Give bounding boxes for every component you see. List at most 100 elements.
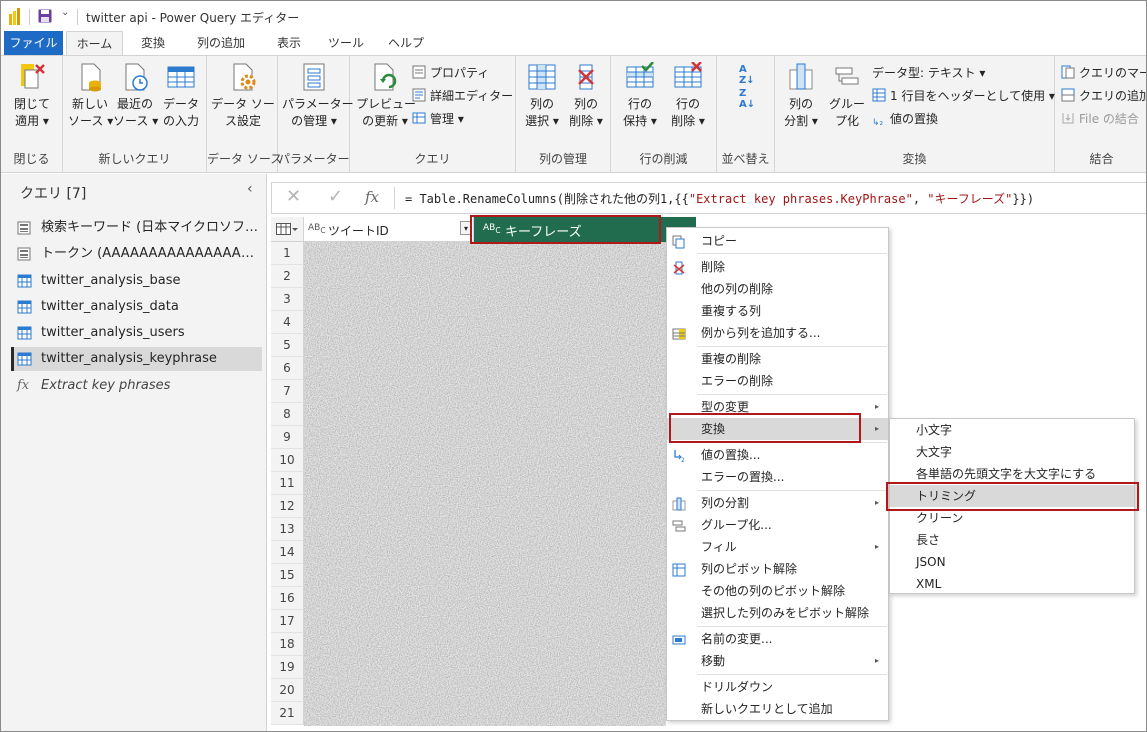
row-number[interactable]: 3 — [271, 288, 304, 311]
tab-file[interactable]: ファイル — [4, 31, 63, 55]
cancel-formula-icon[interactable]: ✕ — [286, 186, 301, 207]
settings-gear-icon — [233, 63, 256, 91]
recent-sources-button[interactable]: 最近の ソース ▾ — [113, 62, 158, 130]
append-queries-button[interactable]: クエリの追加 — [1061, 88, 1146, 104]
row-number[interactable]: 14 — [271, 541, 304, 564]
menu-item-move[interactable]: 移動 ▸ — [667, 650, 888, 672]
query-item-twitter-analysis-base[interactable]: twitter_analysis_base — [11, 269, 262, 293]
submenu-item-xml[interactable]: XML — [890, 573, 1134, 595]
row-number[interactable]: 19 — [271, 656, 304, 679]
menu-item-remove[interactable]: 削除 — [667, 256, 888, 278]
row-number[interactable]: 6 — [271, 357, 304, 380]
menu-item-remove-duplicates[interactable]: 重複の削除 — [667, 348, 888, 370]
remove-rows-button[interactable]: 行の 削除 ▾ — [665, 62, 711, 130]
submenu-item-length[interactable]: 長さ — [890, 529, 1134, 551]
group-by-button[interactable]: グルー プ化 — [825, 62, 869, 130]
row-number[interactable]: 13 — [271, 518, 304, 541]
insert-function-icon[interactable]: fx — [365, 188, 379, 206]
save-icon[interactable] — [38, 9, 52, 23]
menu-item-rename[interactable]: 名前の変更... — [667, 628, 888, 650]
query-item-search-keyword[interactable]: 検索キーワード (日本マイクロソフト... — [11, 216, 262, 240]
menu-item-add-as-new-query[interactable]: 新しいクエリとして追加 — [667, 698, 888, 720]
menu-item-drill-down[interactable]: ドリルダウン — [667, 676, 888, 698]
close-apply-button[interactable]: 閉じて 適用 ▾ — [7, 62, 57, 130]
query-item-token[interactable]: トークン (AAAAAAAAAAAAAAAAA... — [11, 242, 262, 266]
choose-columns-button[interactable]: 列の 選択 ▾ — [520, 62, 564, 130]
column-header-tweet-id[interactable]: ABC ツイートID ▾ — [304, 217, 474, 242]
data-type-dropdown[interactable]: データ型: テキスト ▾ — [872, 65, 985, 81]
advanced-editor-button[interactable]: 詳細エディター — [412, 88, 513, 104]
row-number[interactable]: 10 — [271, 449, 304, 472]
row-number[interactable]: 9 — [271, 426, 304, 449]
query-item-twitter-analysis-users[interactable]: twitter_analysis_users — [11, 321, 262, 345]
new-source-button[interactable]: 新しい ソース ▾ — [68, 62, 113, 130]
menu-item-unpivot-only-selected[interactable]: 選択した列のみをピボット解除 — [667, 602, 888, 624]
menu-item-duplicate-column[interactable]: 重複する列 — [667, 300, 888, 322]
row-number[interactable]: 1 — [271, 242, 304, 265]
confirm-formula-icon[interactable]: ✓ — [328, 186, 343, 207]
quick-access-dropdown-icon[interactable]: ⌄ — [61, 7, 69, 18]
properties-button[interactable]: プロパティ — [412, 65, 489, 81]
keep-rows-button[interactable]: 行の 保持 ▾ — [617, 62, 663, 130]
enter-data-button[interactable]: データ の入力 — [159, 62, 203, 130]
row-number[interactable]: 15 — [271, 564, 304, 587]
tab-home[interactable]: ホーム — [66, 31, 123, 56]
menu-item-unpivot-other-columns[interactable]: その他の列のピボット解除 — [667, 580, 888, 602]
row-number[interactable]: 7 — [271, 380, 304, 403]
row-number[interactable]: 20 — [271, 679, 304, 702]
tab-transform[interactable]: 変換 — [128, 31, 178, 55]
manage-parameters-button[interactable]: パラメーター の管理 ▾ — [282, 62, 354, 130]
new-source-icon — [81, 63, 101, 92]
manage-button[interactable]: 管理 ▾ — [412, 111, 464, 127]
data-source-settings-button[interactable]: データ ソー ス設定 — [211, 62, 275, 130]
row-number[interactable]: 18 — [271, 633, 304, 656]
refresh-preview-button[interactable]: プレビュー の更新 ▾ — [356, 62, 416, 130]
replace-values-icon: ↳₂ — [872, 118, 884, 128]
use-first-row-button[interactable]: 1 行目をヘッダーとして使用 ▾ — [872, 88, 1055, 104]
remove-columns-button[interactable]: 列の 削除 ▾ — [564, 62, 608, 130]
query-item-extract-key-phrases[interactable]: fx Extract key phrases — [11, 374, 262, 398]
submenu-item-json[interactable]: JSON — [890, 551, 1134, 573]
row-number[interactable]: 17 — [271, 610, 304, 633]
table-grid-icon — [167, 66, 195, 88]
row-number[interactable]: 5 — [271, 334, 304, 357]
row-number[interactable]: 21 — [271, 702, 304, 725]
tab-help[interactable]: ヘルプ — [381, 31, 431, 55]
submenu-item-lowercase[interactable]: 小文字 — [890, 419, 1134, 441]
group-sort: A Z↓ Z A↓ 並べ替え — [717, 56, 775, 172]
combine-files-button[interactable]: File の結合 — [1061, 111, 1139, 127]
menu-item-remove-other-columns[interactable]: 他の列の削除 — [667, 278, 888, 300]
keep-rows-icon — [626, 62, 654, 88]
merge-queries-button[interactable]: クエリのマージ — [1061, 65, 1146, 81]
sort-ascending-icon[interactable]: A Z↓ — [739, 64, 755, 86]
row-number[interactable]: 11 — [271, 472, 304, 495]
menu-item-copy[interactable]: コピー — [667, 230, 888, 252]
submenu-item-uppercase[interactable]: 大文字 — [890, 441, 1134, 463]
formula-input[interactable]: = Table.RenameColumns(削除された他の列1,{{"Extra… — [405, 190, 1034, 207]
query-item-twitter-analysis-data[interactable]: twitter_analysis_data — [11, 295, 262, 319]
query-item-twitter-analysis-keyphrase[interactable]: twitter_analysis_keyphrase — [11, 347, 262, 371]
tab-view[interactable]: 表示 — [264, 31, 314, 55]
table-menu-corner[interactable] — [271, 217, 304, 242]
sort-descending-icon[interactable]: Z A↓ — [739, 88, 755, 110]
menu-item-remove-errors[interactable]: エラーの削除 — [667, 370, 888, 392]
collapse-pane-chevron-icon[interactable]: ‹ — [247, 181, 253, 197]
tab-add-column[interactable]: 列の追加 — [184, 31, 258, 55]
menu-item-add-column-from-examples[interactable]: 例から列を追加する... — [667, 322, 888, 344]
menu-item-unpivot-columns[interactable]: 列のピボット解除 — [667, 558, 888, 580]
row-number[interactable]: 2 — [271, 265, 304, 288]
menu-item-split-column[interactable]: 列の分割 ▸ — [667, 492, 888, 514]
menu-item-group-by[interactable]: グループ化... — [667, 514, 888, 536]
tab-tools[interactable]: ツール — [321, 31, 371, 55]
row-number[interactable]: 8 — [271, 403, 304, 426]
formula-bar: ✕ ✓ fx = Table.RenameColumns(削除された他の列1,{… — [271, 182, 1146, 214]
row-number[interactable]: 16 — [271, 587, 304, 610]
replace-values-button[interactable]: ↳₂ 値の置換 — [872, 111, 938, 130]
menu-item-replace-values[interactable]: 2 値の置換... — [667, 444, 888, 466]
row-number[interactable]: 12 — [271, 495, 304, 518]
row-number[interactable]: 4 — [271, 311, 304, 334]
menu-item-replace-errors[interactable]: エラーの置換... — [667, 466, 888, 488]
menu-item-fill[interactable]: フィル ▸ — [667, 536, 888, 558]
split-column-button[interactable]: 列の 分割 ▾ — [779, 62, 823, 130]
choose-columns-icon — [528, 64, 556, 90]
